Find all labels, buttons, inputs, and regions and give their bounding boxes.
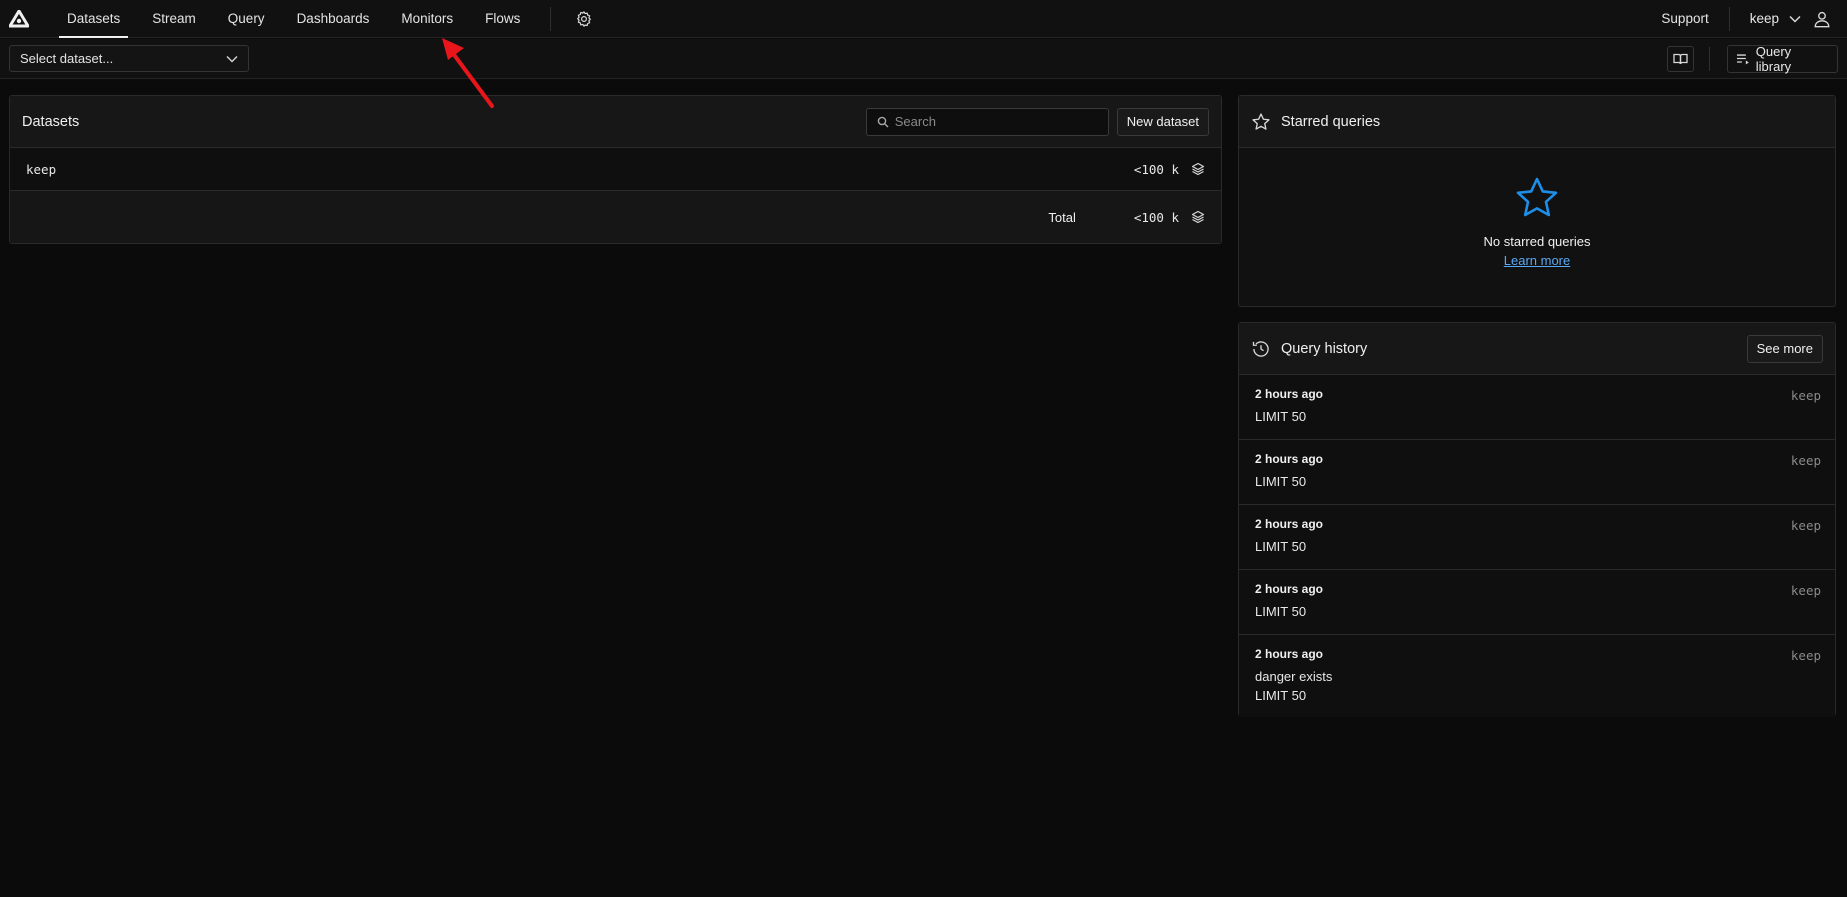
user-menu-button[interactable]: keep bbox=[1730, 11, 1813, 26]
dataset-name: keep bbox=[26, 161, 57, 177]
history-query: LIMIT 50 bbox=[1255, 537, 1819, 556]
nav-flows[interactable]: Flows bbox=[469, 0, 536, 38]
top-nav: Datasets Stream Query Dashboards Monitor… bbox=[0, 0, 1847, 38]
history-dataset: keep bbox=[1790, 583, 1821, 598]
history-query: LIMIT 50 bbox=[1255, 472, 1819, 491]
history-query: LIMIT 50 bbox=[1255, 407, 1819, 426]
history-dataset: keep bbox=[1790, 453, 1821, 468]
nav-stream[interactable]: Stream bbox=[136, 0, 212, 38]
history-time: 2 hours ago bbox=[1255, 517, 1324, 531]
user-name: keep bbox=[1749, 11, 1779, 26]
dataset-select[interactable]: Select dataset... bbox=[9, 45, 249, 72]
new-dataset-button[interactable]: New dataset bbox=[1116, 107, 1209, 136]
history-dataset: keep bbox=[1790, 388, 1821, 403]
history-dataset: keep bbox=[1790, 518, 1821, 533]
total-count: <100 k bbox=[1133, 209, 1179, 225]
query-line: danger exists bbox=[1255, 669, 1333, 684]
history-item[interactable]: 2 hours ago keep LIMIT 50 bbox=[1239, 570, 1835, 635]
book-icon bbox=[1673, 53, 1688, 65]
query-line: LIMIT 50 bbox=[1255, 539, 1307, 554]
search-placeholder: Search bbox=[894, 114, 936, 129]
search-input[interactable]: Search bbox=[865, 107, 1109, 136]
toolbar-divider bbox=[1709, 47, 1710, 71]
query-library-label: Query library bbox=[1755, 44, 1792, 74]
dataset-select-label: Select dataset... bbox=[20, 51, 114, 66]
dataset-row[interactable]: keep <100 k bbox=[10, 148, 1221, 191]
chevron-down-icon bbox=[1789, 15, 1801, 23]
star-icon bbox=[1516, 177, 1558, 217]
history-query: LIMIT 50 bbox=[1255, 602, 1819, 621]
datasets-panel-header: Datasets Search New dataset bbox=[10, 96, 1221, 148]
query-line: LIMIT 50 bbox=[1255, 409, 1307, 424]
total-label: Total bbox=[1048, 209, 1076, 225]
dataset-count: <100 k bbox=[1133, 161, 1179, 177]
layers-icon bbox=[1191, 210, 1205, 224]
query-library-button[interactable]: Query library bbox=[1727, 44, 1838, 74]
panel-title: Query history bbox=[1281, 340, 1368, 357]
panel-title: Datasets bbox=[22, 113, 80, 130]
nav-query[interactable]: Query bbox=[212, 0, 281, 38]
search-icon bbox=[877, 116, 889, 127]
history-item[interactable]: 2 hours ago keep LIMIT 50 bbox=[1239, 505, 1835, 570]
nav-label: Datasets bbox=[67, 11, 121, 26]
nav-divider bbox=[550, 6, 552, 31]
history-item[interactable]: 2 hours ago keep danger exists LIMIT 50 bbox=[1239, 635, 1835, 717]
history-dataset: keep bbox=[1790, 648, 1821, 663]
datasets-panel: Datasets Search New dataset keep <100 k … bbox=[9, 95, 1222, 244]
docs-button[interactable] bbox=[1667, 46, 1694, 72]
empty-message: No starred queries bbox=[1483, 234, 1591, 249]
user-icon[interactable] bbox=[1813, 10, 1831, 28]
query-library-icon bbox=[1736, 54, 1749, 65]
see-more-button[interactable]: See more bbox=[1746, 334, 1823, 363]
history-list: 2 hours ago keep LIMIT 50 2 hours ago ke… bbox=[1239, 375, 1835, 717]
starred-empty-state: No starred queries Learn more bbox=[1239, 148, 1835, 268]
nav-dashboards[interactable]: Dashboards bbox=[281, 0, 386, 38]
query-line: LIMIT 50 bbox=[1255, 688, 1307, 703]
star-icon bbox=[1252, 112, 1270, 130]
history-time: 2 hours ago bbox=[1255, 647, 1324, 661]
panel-title: Starred queries bbox=[1281, 113, 1381, 130]
query-line: LIMIT 50 bbox=[1255, 604, 1307, 619]
nav-label: Query bbox=[227, 11, 265, 26]
history-item[interactable]: 2 hours ago keep LIMIT 50 bbox=[1239, 440, 1835, 505]
history-icon bbox=[1252, 340, 1269, 357]
history-query: danger exists LIMIT 50 bbox=[1255, 667, 1819, 705]
support-link[interactable]: Support bbox=[1641, 11, 1728, 26]
nav-label: Stream bbox=[152, 11, 196, 26]
datasets-total-row: Total <100 k bbox=[10, 191, 1221, 243]
gear-icon[interactable] bbox=[575, 10, 593, 28]
history-time: 2 hours ago bbox=[1255, 452, 1324, 466]
app-logo-icon[interactable] bbox=[9, 9, 29, 28]
chevron-down-icon bbox=[226, 55, 238, 63]
query-line: LIMIT 50 bbox=[1255, 474, 1307, 489]
history-item[interactable]: 2 hours ago keep LIMIT 50 bbox=[1239, 375, 1835, 440]
history-panel-header: Query history See more bbox=[1239, 323, 1835, 375]
starred-panel-header: Starred queries bbox=[1239, 96, 1835, 148]
history-time: 2 hours ago bbox=[1255, 582, 1324, 596]
nav-monitors[interactable]: Monitors bbox=[385, 0, 469, 38]
nav-label: Monitors bbox=[401, 11, 454, 26]
nav-label: Dashboards bbox=[296, 11, 370, 26]
learn-more-link[interactable]: Learn more bbox=[1504, 253, 1570, 268]
layers-icon bbox=[1191, 162, 1205, 176]
nav-label: Flows bbox=[485, 11, 521, 26]
history-time: 2 hours ago bbox=[1255, 387, 1324, 401]
starred-queries-panel: Starred queries No starred queries Learn… bbox=[1238, 95, 1836, 307]
annotation-arrow-icon bbox=[442, 38, 494, 108]
nav-datasets[interactable]: Datasets bbox=[51, 0, 136, 38]
toolbar: Select dataset... Query library bbox=[0, 39, 1847, 79]
query-history-panel: Query history See more 2 hours ago keep … bbox=[1238, 322, 1836, 717]
